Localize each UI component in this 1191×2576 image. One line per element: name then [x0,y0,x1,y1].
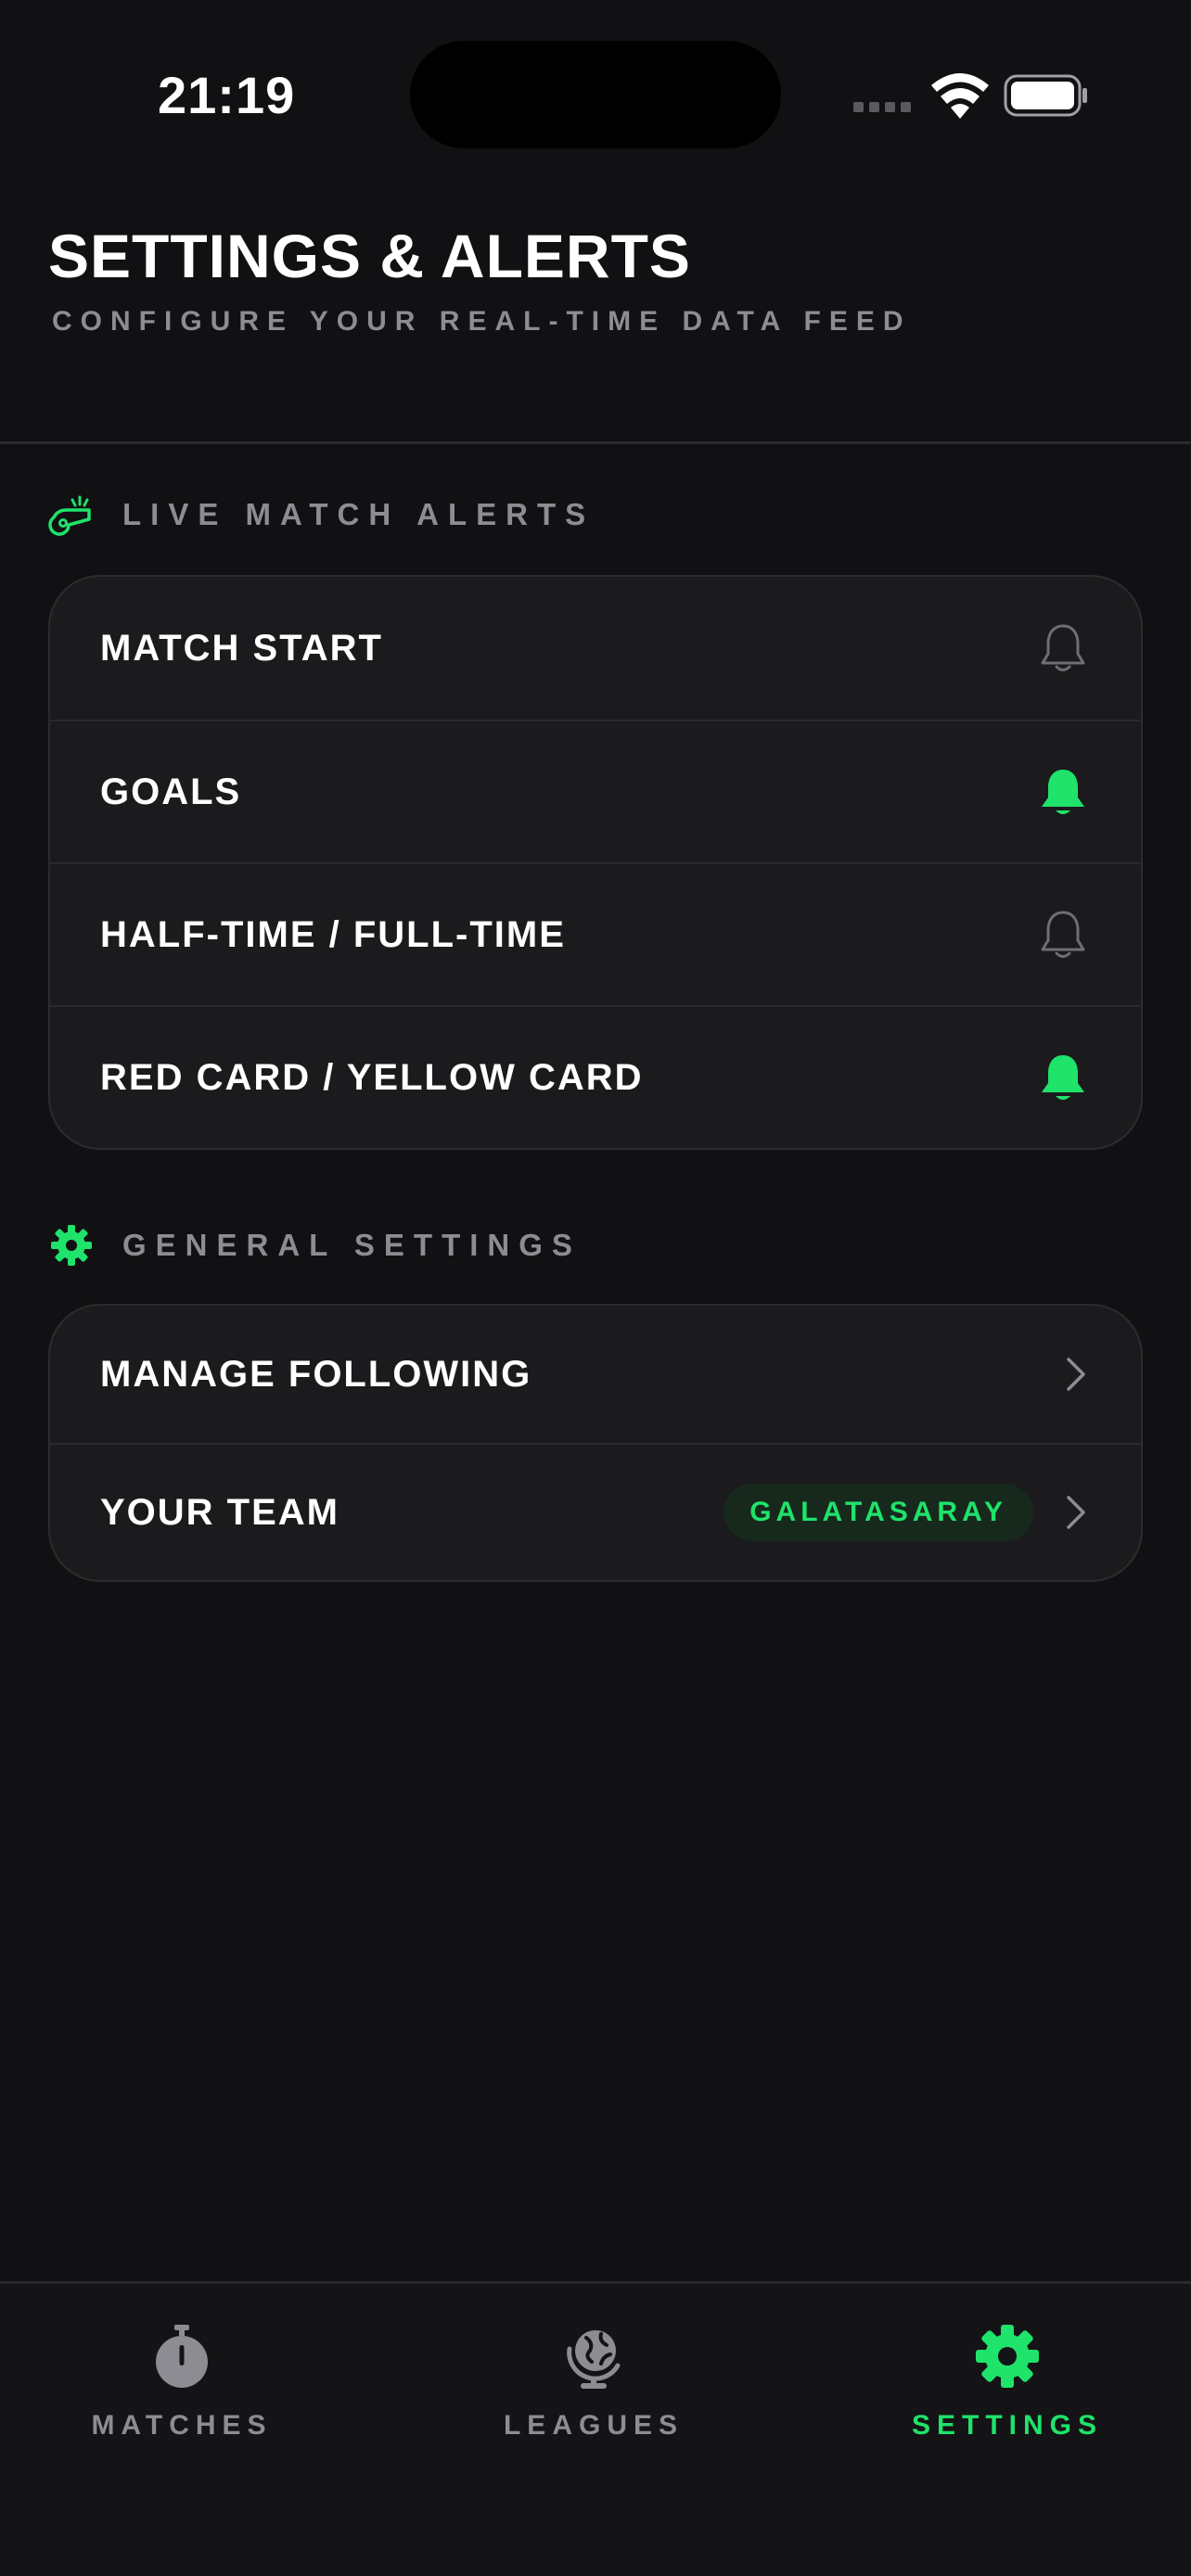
alert-row-match-start[interactable]: MATCH START [50,577,1141,720]
page-title: SETTINGS & ALERTS [48,222,691,290]
settings-row-manage-following[interactable]: MANAGE FOLLOWING [50,1306,1141,1443]
gear-icon [976,2325,1039,2388]
tab-label: MATCHES [91,2410,273,2441]
bell-outline-icon[interactable] [1037,620,1089,676]
alert-row-cards[interactable]: RED CARD / YELLOW CARD [50,1005,1141,1148]
alert-label: GOALS [100,771,242,812]
section-heading-general: GENERAL SETTINGS [48,1222,582,1269]
alerts-card: MATCH START GOALS HALF-TIME / FULL-TIME … [48,575,1143,1150]
settings-row-your-team[interactable]: YOUR TEAM GALATASARAY [50,1443,1141,1580]
page-subtitle: CONFIGURE YOUR REAL-TIME DATA FEED [52,306,912,337]
alert-row-goals[interactable]: GOALS [50,720,1141,862]
settings-label: YOUR TEAM [100,1491,339,1533]
status-bar: 21:19 [0,0,1191,185]
chevron-right-icon [1067,1358,1085,1391]
status-time: 21:19 [158,66,296,124]
whistle-icon [48,491,95,538]
settings-label: MANAGE FOLLOWING [100,1353,532,1395]
chevron-right-icon [1067,1496,1085,1529]
team-badge: GALATASARAY [724,1484,1033,1541]
gear-icon [48,1222,95,1269]
alert-row-half-full-time[interactable]: HALF-TIME / FULL-TIME [50,862,1141,1005]
bell-filled-icon[interactable] [1037,764,1089,820]
battery-icon [1004,74,1087,117]
bell-outline-icon[interactable] [1037,907,1089,963]
tab-settings[interactable]: SETTINGS [868,2321,1146,2442]
cellular-signal-icon [853,102,911,112]
alert-label: MATCH START [100,627,383,669]
section-title-general: GENERAL SETTINGS [122,1228,582,1262]
tab-label: SETTINGS [911,2410,1103,2441]
header-divider [0,441,1191,444]
section-heading-alerts: LIVE MATCH ALERTS [48,491,595,538]
tab-leagues[interactable]: LEAGUES [455,2321,733,2442]
general-settings-card: MANAGE FOLLOWING YOUR TEAM GALATASARAY [48,1304,1143,1582]
tab-matches[interactable]: MATCHES [43,2321,321,2442]
stopwatch-icon [156,2325,208,2388]
settings-screen: 21:19 SETTINGS & ALERTS CONFIGURE YOUR R… [0,0,1191,2576]
dynamic-island [410,41,781,148]
bell-filled-icon[interactable] [1037,1050,1089,1105]
tab-bar: MATCHES LEAGUES SETTINGS [0,2281,1191,2576]
tab-label: LEAGUES [503,2410,685,2441]
globe-icon [567,2330,621,2389]
section-title-alerts: LIVE MATCH ALERTS [122,497,596,531]
alert-label: HALF-TIME / FULL-TIME [100,913,566,955]
wifi-icon [931,73,989,119]
alert-label: RED CARD / YELLOW CARD [100,1056,644,1098]
